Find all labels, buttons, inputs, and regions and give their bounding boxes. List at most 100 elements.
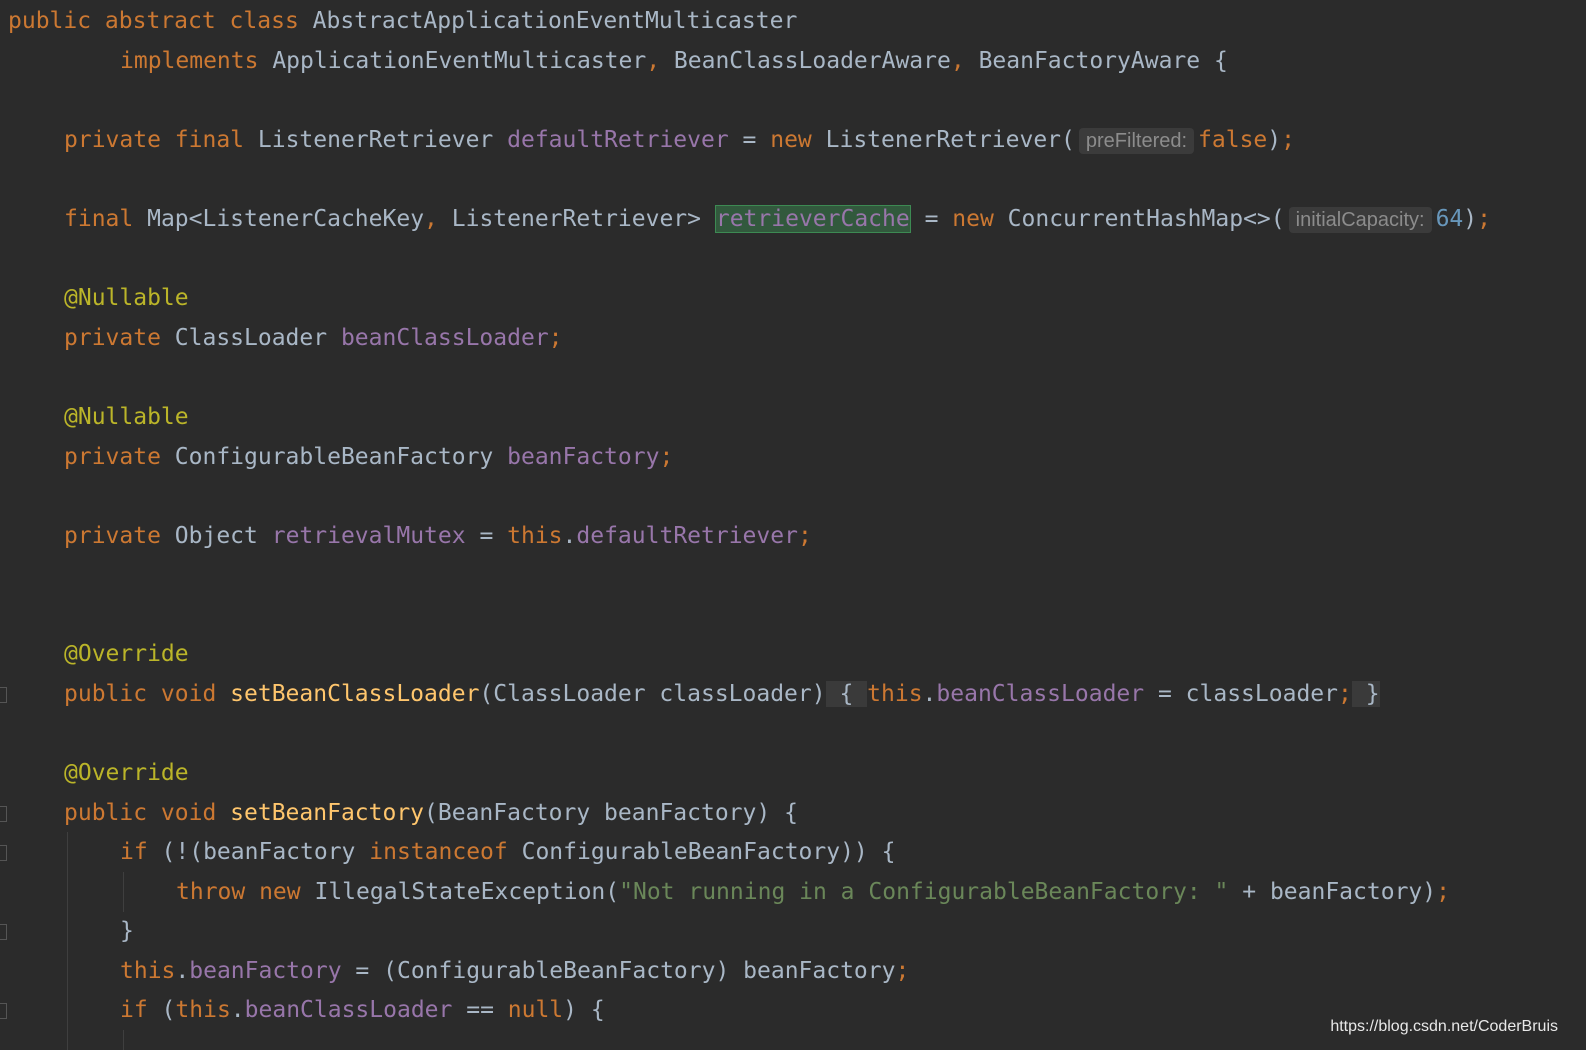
fold-marker-icon[interactable] [0,806,7,822]
keyword: private final [64,127,258,153]
code-line[interactable]: final Map<ListenerCacheKey, ListenerRetr… [64,199,1491,239]
code-line[interactable]: @Override [64,634,189,674]
annotation: @Nullable [64,404,189,430]
type-name: ListenerRetriever> [451,206,715,232]
comma: , [950,48,979,74]
comma: , [424,206,452,232]
indent-guide [67,832,68,1050]
field-name: beanClassLoader [340,325,549,351]
dot: . [230,997,245,1023]
code-line[interactable]: public abstract class AbstractApplicatio… [8,1,797,41]
expression: (!(beanFactory [161,839,370,865]
keyword: this [507,523,563,549]
keyword: new [770,127,826,153]
type-name: Object [174,523,272,549]
number-literal: 64 [1435,206,1464,232]
parameter-hint: initialCapacity: [1288,207,1432,233]
expression: ) { [563,997,605,1023]
dot: . [562,523,577,549]
paren: ) [1267,127,1282,153]
code-line[interactable]: if (!(beanFactory instanceof Configurabl… [120,832,895,872]
semicolon: ; [797,523,812,549]
code-line[interactable]: } [120,911,134,951]
semicolon: ; [1338,681,1352,707]
keyword: implements [120,48,273,74]
keyword: private [64,325,175,351]
parameters: (BeanFactory beanFactory) { [424,800,798,826]
operator: = [728,127,771,153]
annotation: @Override [64,641,189,667]
parameters: (ClassLoader classLoader) [479,681,826,707]
field-name: beanClassLoader [936,681,1145,707]
code-line[interactable]: public void setBeanClassLoader(ClassLoad… [64,674,1380,714]
string-literal: "Not running in a ConfigurableBeanFactor… [619,879,1229,905]
annotation: @Override [64,760,189,786]
parameter-hint: preFiltered: [1078,128,1195,154]
indent-guide [123,872,124,912]
type-name: ListenerRetriever [257,127,508,153]
dot: . [175,958,190,984]
keyword: if [120,839,162,865]
interface-name: ApplicationEventMulticaster [272,48,647,74]
comma: , [646,48,674,74]
keyword: null [507,997,564,1023]
code-line[interactable]: private final ListenerRetriever defaultR… [64,120,1295,160]
code-line[interactable]: @Override [64,753,189,793]
type-name: Map<ListenerCacheKey [147,206,425,232]
brace: } [120,918,134,944]
code-line[interactable]: throw new IllegalStateException("Not run… [176,872,1450,912]
semicolon: ; [1281,127,1295,153]
constructor-call: IllegalStateException( [314,879,620,905]
method-name: setBeanClassLoader [230,681,480,707]
expression: ( [161,997,176,1023]
dot: . [922,681,937,707]
code-editor[interactable]: public abstract class AbstractApplicatio… [0,0,1586,1050]
field-name: beanClassLoader [244,997,453,1023]
fold-marker-icon[interactable] [0,687,7,703]
code-line[interactable]: @Nullable [64,278,189,318]
paren: ) [1463,206,1478,232]
code-line[interactable]: @Nullable [64,397,189,437]
assignment: = classLoader [1144,681,1338,707]
keyword: public void [64,800,231,826]
keyword: instanceof [369,839,522,865]
type-name: ClassLoader [174,325,341,351]
code-line[interactable]: public void setBeanFactory(BeanFactory b… [64,793,798,833]
fold-marker-icon[interactable] [0,924,7,940]
keyword: final [64,206,148,232]
code-line[interactable]: private ClassLoader beanClassLoader; [64,318,563,358]
literal: false [1198,127,1268,153]
keyword: if [120,997,162,1023]
field-name: defaultRetriever [507,127,729,153]
assignment: = (ConfigurableBeanFactory) beanFactory [341,958,896,984]
semicolon: ; [895,958,910,984]
interface-name: BeanFactoryAware [978,48,1201,74]
operator: == [452,997,508,1023]
folded-brace[interactable]: } [1351,681,1380,707]
constructor-call: ConcurrentHashMap<>( [1007,206,1285,232]
field-name: defaultRetriever [576,523,798,549]
folded-brace[interactable]: { [825,681,868,707]
brace: { [1200,48,1228,74]
keyword: new [952,206,1008,232]
interface-name: BeanClassLoaderAware [673,48,951,74]
operator: = [465,523,508,549]
code-line[interactable]: this.beanFactory = (ConfigurableBeanFact… [120,951,909,991]
fold-marker-icon[interactable] [0,1003,7,1019]
code-line[interactable]: if (this.beanClassLoader == null) { [120,990,605,1030]
annotation: @Nullable [64,285,189,311]
fold-marker-icon[interactable] [0,845,7,861]
code-line[interactable]: implements ApplicationEventMulticaster, … [120,41,1228,81]
watermark-text: https://blog.csdn.net/CoderBruis [1330,1018,1558,1035]
method-name: setBeanFactory [230,800,425,826]
semicolon: ; [1436,879,1450,905]
keyword: this [175,997,231,1023]
keyword: this [867,681,923,707]
code-line[interactable]: private ConfigurableBeanFactory beanFact… [64,437,673,477]
type-name: ConfigurableBeanFactory [174,444,508,470]
code-line[interactable]: private Object retrievalMutex = this.def… [64,516,812,556]
highlighted-field-name[interactable]: retrieverCache [714,205,911,233]
semicolon: ; [1477,206,1491,232]
operator: = [910,206,953,232]
keyword: public abstract class [8,8,313,34]
